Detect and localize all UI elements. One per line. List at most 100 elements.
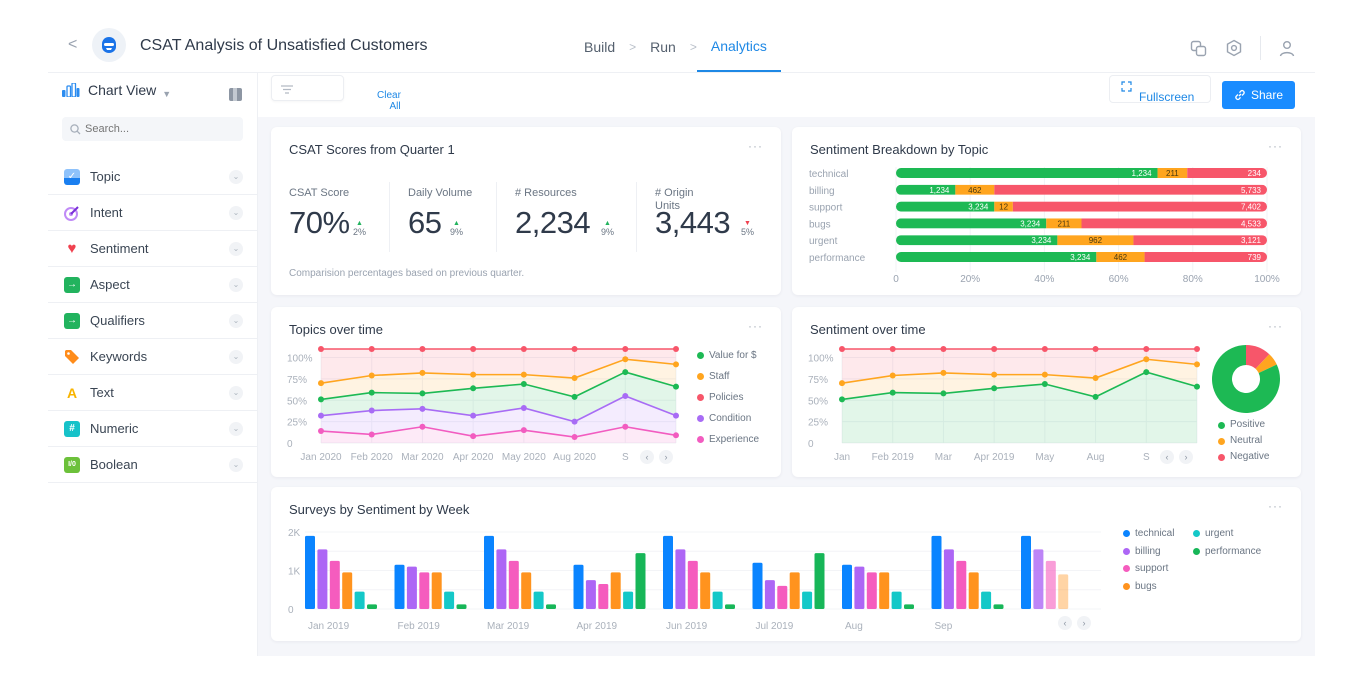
bar-urgent [444,591,455,609]
surveys-legend: technical urgent billing performance support… [1123,525,1283,595]
fullscreen-button[interactable]: Fullscreen [1109,75,1211,104]
kpi-origin-units: # Origin Units 3,443 ▼ 5% [655,187,775,253]
copy-icon[interactable] [1188,38,1208,58]
legend-item[interactable]: Staff [697,366,759,387]
bar-billing [406,566,417,609]
data-point [889,389,896,396]
legend-item[interactable]: Neutral [1218,433,1269,449]
sidebar-item-text[interactable]: A Text ⌄ [48,375,257,411]
legend-item[interactable]: Condition [697,408,759,429]
legend-item[interactable]: Value for $ [697,345,759,366]
legend-item[interactable]: Positive [1218,417,1269,433]
caret-down-icon: ▼ [162,89,172,99]
bar-row: 3,234 462 739 [896,252,1267,262]
chevron-down-icon[interactable]: ⌄ [229,277,243,292]
data-point [318,346,324,352]
data-point [673,361,679,368]
legend-item[interactable]: technical [1123,525,1193,543]
data-point [368,346,375,352]
chevron-down-icon[interactable]: ⌄ [229,457,243,472]
crumb-run[interactable]: Run [650,39,676,71]
data-point [571,418,578,425]
delta-value: 5% [741,227,755,237]
next-page-button[interactable]: › [1179,450,1193,464]
kpi-value: 3,443 [655,205,731,240]
prev-page-button[interactable]: ‹ [640,450,654,464]
robot-logo-icon [92,28,126,62]
sidebar-item-keywords[interactable]: Keywords ⌄ [48,339,257,375]
legend-item[interactable]: urgent [1193,525,1283,543]
chevron-down-icon[interactable]: ⌄ [229,205,243,220]
data-point [368,389,375,396]
sidebar-item-numeric[interactable]: # Numeric ⌄ [48,411,257,447]
x-tick-label: Jan [834,452,850,463]
sidebar-item-aspect[interactable]: → Aspect ⌄ [48,267,257,303]
share-button[interactable]: Share [1222,81,1295,109]
legend-item[interactable]: Negative [1218,449,1269,465]
bar-performance [814,553,825,609]
panel-toggle-icon[interactable] [229,88,242,101]
legend-item[interactable]: support [1123,560,1193,578]
sidebar-item-intent[interactable]: Intent ⌄ [48,195,257,231]
bar-row: 3,234 12 7,402 [896,201,1267,212]
sidebar-item-sentiment[interactable]: ♥ Sentiment ⌄ [48,231,257,267]
back-button[interactable]: < [68,36,77,54]
bar-group [305,535,377,609]
chevron-down-icon[interactable]: ⌄ [229,349,243,364]
search-field[interactable] [62,117,243,141]
sidebar-item-boolean[interactable]: I/0 Boolean ⌄ [48,447,257,483]
data-point [622,393,629,399]
y-tick-label: 0 [808,439,814,450]
sidebar-item-topic[interactable]: ✓ Topic ⌄ [48,159,257,195]
next-page-button[interactable]: › [659,450,673,464]
settings-icon[interactable] [1224,38,1244,58]
bar-support [956,560,967,609]
heart-icon: ♥ [67,240,77,257]
bar-performance [546,604,556,609]
legend-item[interactable]: performance [1193,543,1283,561]
sentiment-over-time-card: Sentiment over time ··· 0 25% 50% 75% 100% Ja… [792,307,1301,477]
chevron-down-icon[interactable]: ⌄ [229,421,243,436]
next-page-button[interactable]: › [1077,616,1091,630]
data-label: 739 [1248,253,1262,262]
filter-button[interactable] [271,75,344,101]
hash-icon: # [64,420,80,437]
user-icon[interactable] [1277,38,1297,58]
intent-icon [64,205,80,221]
legend-item[interactable]: Policies [697,387,759,408]
chevron-down-icon[interactable]: ⌄ [229,169,243,184]
sidebar-item-label: Keywords [90,349,148,364]
data-point [520,371,527,378]
more-options-icon[interactable]: ··· [748,139,763,153]
bar-row: 3,234 962 3,121 [896,235,1267,246]
more-options-icon[interactable]: ··· [1268,499,1283,513]
more-options-icon[interactable]: ··· [748,319,763,333]
prev-page-button[interactable]: ‹ [1058,616,1072,630]
chart-view-selector[interactable]: Chart View ▼ [62,81,171,99]
data-point [622,369,629,376]
x-tick-label: Jan 2019 [308,621,350,632]
crumb-build[interactable]: Build [584,39,615,71]
legend-item[interactable]: bugs [1123,578,1193,596]
chevron-down-icon[interactable]: ⌄ [229,241,243,256]
chevron-down-icon[interactable]: ⌄ [229,385,243,400]
bar-technical [931,535,942,609]
legend-dot [697,415,704,422]
data-point [470,433,477,440]
crumb-analytics[interactable]: Analytics [696,38,781,72]
legend-item[interactable]: billing [1123,543,1193,561]
x-tick-label: Mar [935,452,953,463]
search-input[interactable] [85,123,225,135]
data-point [622,346,629,352]
prev-page-button[interactable]: ‹ [1160,450,1174,464]
x-tick-label: Sep [935,621,953,632]
clear-all-link[interactable]: Clear All [374,90,404,112]
legend-item[interactable]: Experience [697,429,759,450]
topics-over-time-chart: 0 25% 50% 75% 100% Jan 2020 Feb 2020 Mar 2020 Ap… [287,346,679,463]
more-options-icon[interactable]: ··· [1268,319,1283,333]
sidebar-item-qualifiers[interactable]: → Qualifiers ⌄ [48,303,257,339]
kpi-label: # Resources [515,187,577,199]
data-point [419,346,426,352]
chevron-down-icon[interactable]: ⌄ [229,313,243,328]
kpi-divider [636,182,637,252]
